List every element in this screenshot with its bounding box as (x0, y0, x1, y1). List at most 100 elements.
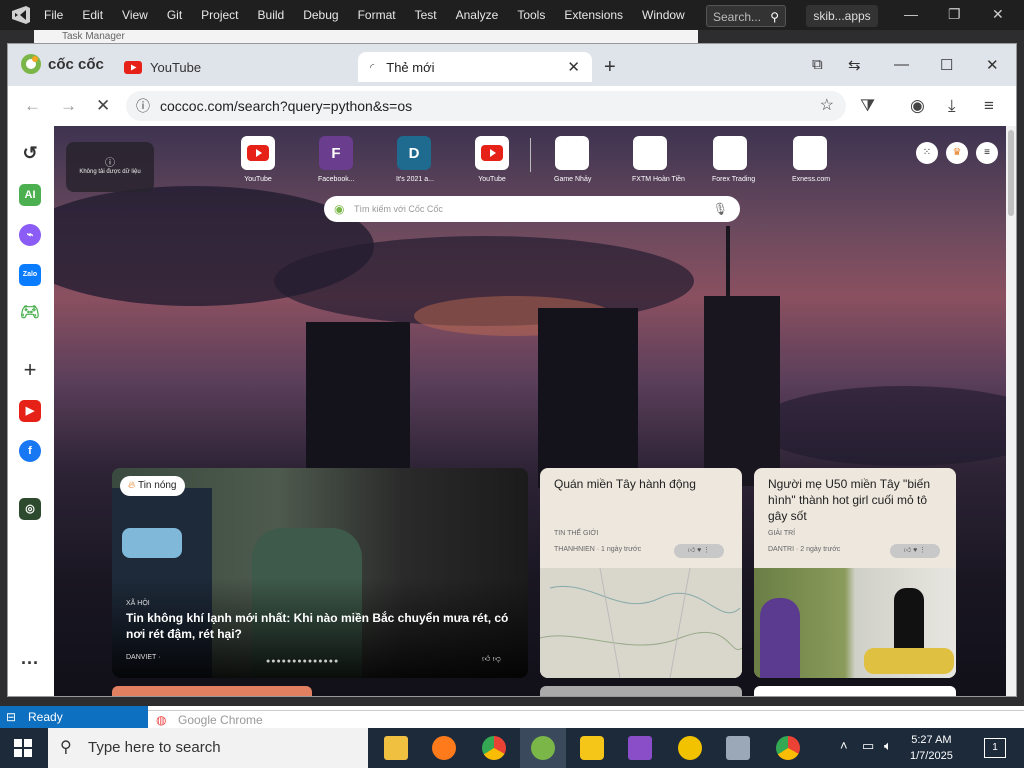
shortcut-its-2021[interactable]: D It's 2021 a... (396, 136, 434, 183)
coccoc-logo[interactable]: cốc cốc (20, 52, 104, 76)
ai-assistant-icon[interactable]: AI (19, 184, 41, 206)
tray-chevron-icon[interactable]: ˄ (840, 738, 848, 753)
forward-icon[interactable]: → (60, 96, 77, 116)
network-icon[interactable]: ▭ (862, 738, 874, 754)
minimize-icon[interactable]: — (904, 6, 918, 22)
tab-new-tab[interactable]: ◜ Thẻ mới ✕ (358, 52, 592, 82)
chrome-taskbar-icon[interactable] (482, 736, 506, 760)
shortcut-label: YouTube (244, 176, 272, 183)
hero-news-card[interactable]: 🔥︎ Tin nóng XÃ HỘI Tin không khí lạnh mớ… (112, 468, 528, 678)
menu-tools[interactable]: Tools (517, 8, 545, 22)
coccoc-taskbar-icon[interactable] (531, 736, 555, 760)
profile-icon[interactable]: ◉ (910, 96, 925, 116)
history-icon[interactable]: ↺ (19, 142, 41, 164)
card-title[interactable]: Quán miền Tây hành động (554, 476, 734, 492)
coccoc-reward-icon[interactable]: ♛ (946, 142, 968, 164)
menu-extensions[interactable]: Extensions (564, 8, 623, 22)
messenger-icon[interactable]: ⌁ (19, 224, 41, 246)
add-sidebar-icon[interactable]: + (19, 359, 41, 381)
visual-studio-taskbar-icon[interactable] (628, 736, 652, 760)
browser-maximize-icon[interactable]: ☐ (940, 56, 953, 74)
weather-widget[interactable]: ⓘ Không tải được dữ liệu (66, 142, 154, 192)
tower-spire (726, 226, 730, 296)
menu-analyze[interactable]: Analyze (456, 8, 499, 22)
apps-grid-icon[interactable]: ⁙ (916, 142, 938, 164)
shortcut-exness[interactable]: Exness.com (792, 136, 831, 183)
menu-hamburger-icon[interactable]: ≡ (984, 96, 994, 116)
close-tab-icon[interactable]: ✕ (567, 58, 580, 76)
coccoc-search-input[interactable]: ◉ Tìm kiếm với Cốc Cốc 🎙︎ (324, 196, 740, 222)
tab-search-icon[interactable]: ⧉ (812, 56, 823, 73)
vs-title-bar: File Edit View Git Project Build Debug F… (0, 0, 1024, 30)
menu-test[interactable]: Test (415, 8, 437, 22)
site-info-icon[interactable]: ⓘ (136, 91, 150, 121)
shortcut-forex-trading[interactable]: Forex Trading (712, 136, 755, 183)
firefox-icon[interactable] (432, 736, 456, 760)
app-circle-icon[interactable] (678, 736, 702, 760)
coccoc-2024-icon[interactable]: ◎ (19, 498, 41, 520)
app-yellow-icon[interactable] (580, 736, 604, 760)
scrollbar-thumb[interactable] (1008, 130, 1014, 216)
facebook-icon[interactable]: f (19, 440, 41, 462)
news-card-1[interactable]: Quán miền Tây hành động TIN THẾ GIỚI THA… (540, 468, 742, 678)
like-dislike-icons[interactable]: 👍︎ 👎︎ (482, 654, 501, 664)
shortcut-youtube-2[interactable]: YouTube (474, 136, 510, 183)
download-icon[interactable]: ⤓ (948, 96, 956, 116)
browser-close-icon[interactable]: ✕ (986, 56, 999, 74)
menu-file[interactable]: File (44, 8, 63, 22)
hero-title[interactable]: Tin không khí lạnh mới nhất: Khi nào miề… (126, 610, 516, 642)
app-gray-icon[interactable] (726, 736, 750, 760)
shortcut-game-nhay[interactable]: Game Nhảy (554, 136, 591, 183)
stop-loading-icon[interactable]: ✕ (96, 96, 110, 116)
extensions-icon[interactable]: ⧩ (860, 96, 875, 116)
microphone-icon[interactable]: 🎙︎ (713, 196, 728, 222)
tab-list-icon[interactable]: ⇆ (848, 56, 861, 74)
visual-studio-logo-icon[interactable] (10, 5, 32, 25)
close-icon[interactable]: ✕ (992, 6, 1004, 23)
menu-git[interactable]: Git (167, 8, 182, 22)
zalo-icon[interactable]: Zalo (19, 264, 41, 286)
menu-build[interactable]: Build (258, 8, 285, 22)
browser-minimize-icon[interactable]: — (894, 56, 909, 73)
vs-project-name[interactable]: skib...apps (806, 5, 878, 27)
menu-window[interactable]: Window (642, 8, 685, 22)
notification-icon[interactable]: 1 (984, 738, 1006, 758)
card-title[interactable]: Người mẹ U50 miền Tây "biến hình" thành … (768, 476, 948, 524)
menu-edit[interactable]: Edit (82, 8, 103, 22)
reaction-buttons[interactable]: 👍︎ ♥ ⋮ (674, 544, 724, 558)
volume-muted-icon[interactable]: 🔈︎ (884, 738, 892, 754)
chrome-taskbar-icon-2[interactable] (776, 736, 800, 760)
page-scrollbar[interactable] (1006, 126, 1016, 696)
more-icon[interactable]: ··· (19, 652, 41, 674)
new-tab-plus-icon[interactable]: + (604, 52, 616, 82)
shortcut-label: Exness.com (792, 176, 831, 183)
carousel-dots[interactable]: ●●●●●●●●●●●●●● (266, 658, 339, 665)
back-icon[interactable]: ← (24, 96, 41, 116)
file-explorer-icon[interactable] (384, 736, 408, 760)
sidebar-youtube-icon[interactable]: ▶ (19, 400, 41, 422)
taskbar-clock[interactable]: 5:27 AM 1/7/2025 (910, 732, 953, 764)
menu-project[interactable]: Project (201, 8, 238, 22)
taskbar-search-box[interactable]: ⚲ Type here to search (48, 728, 368, 768)
menu-view[interactable]: View (122, 8, 148, 22)
map-illustration (540, 567, 742, 678)
hero-source: DANVIET · (126, 654, 161, 661)
address-bar[interactable]: ⓘ coccoc.com/search?query=python&s=os ☆ (126, 91, 846, 121)
reaction-buttons[interactable]: 👍︎ ♥ ⋮ (890, 544, 940, 558)
menu-debug[interactable]: Debug (303, 8, 338, 22)
shortcut-fxtm[interactable]: FXTM Hoàn Tiền (632, 136, 685, 183)
bookmark-star-icon[interactable]: ☆ (820, 91, 834, 121)
card-photo-image (754, 568, 956, 678)
menu-format[interactable]: Format (358, 8, 396, 22)
shortcut-facebook[interactable]: F Facebook... (318, 136, 355, 183)
hero-category: XÃ HỘI (126, 600, 150, 607)
game-controller-icon[interactable]: 🎮︎ (19, 302, 41, 324)
youtube-icon (475, 136, 509, 170)
news-card-2[interactable]: Người mẹ U50 miền Tây "biến hình" thành … (754, 468, 956, 678)
shortcut-youtube-1[interactable]: YouTube (240, 136, 276, 183)
restore-icon[interactable]: ❐ (948, 6, 961, 23)
settings-menu-icon[interactable]: ≡ (976, 142, 998, 164)
tab-youtube[interactable]: YouTube (124, 52, 201, 82)
vs-search-box[interactable]: Search... ⚲ (706, 5, 786, 27)
windows-start-icon[interactable] (14, 739, 32, 757)
